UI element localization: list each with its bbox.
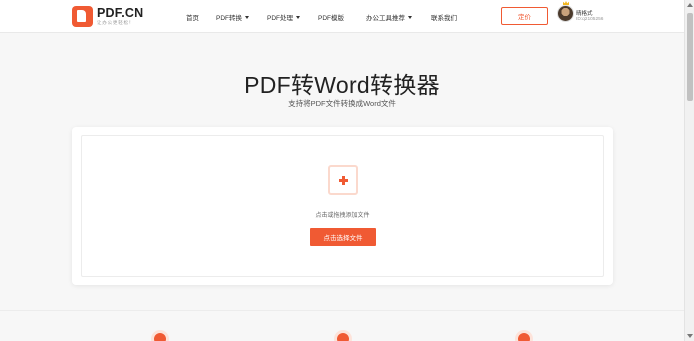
feature-icon: [151, 330, 169, 341]
top-header: PDF.CN 让办公更轻松！ 首页 PDF转换 PDF处理 PDF模版 办公工具…: [0, 0, 684, 33]
logo-icon: [72, 6, 93, 27]
chevron-down-icon: [245, 15, 249, 19]
select-file-button[interactable]: 点击选择文件: [310, 228, 376, 246]
add-file-plus-icon[interactable]: [328, 165, 358, 195]
feature-icon: [515, 330, 533, 341]
logo-slogan: 让办公更轻松！: [97, 20, 135, 25]
upload-card: 点击或拖拽添加文件 点击选择文件: [72, 127, 613, 285]
user-name[interactable]: 晴格式: [576, 9, 593, 17]
feature-icon: [334, 330, 352, 341]
scrollbar-thumb[interactable]: [687, 13, 693, 101]
nav-item-pdf-convert[interactable]: PDF转换: [216, 12, 249, 22]
nav-item-office-tools[interactable]: 办公工具推荐: [366, 12, 412, 22]
section-divider: [0, 310, 684, 311]
nav-item-label: PDF模版: [318, 15, 344, 22]
avatar[interactable]: [557, 5, 574, 22]
nav-item-home[interactable]: 首页: [186, 12, 199, 22]
site-logo[interactable]: PDF.CN 让办公更轻松！: [72, 6, 143, 27]
nav-item-label: 联系我们: [431, 15, 457, 22]
nav-item-label: PDF转换: [216, 15, 242, 22]
page-title: PDF转Word转换器: [244, 72, 440, 98]
nav-item-contact[interactable]: 联系我们: [431, 12, 457, 22]
user-id: ID:q2105256: [576, 17, 604, 22]
chevron-down-icon: [296, 15, 300, 19]
nav-item-label: PDF处理: [267, 15, 293, 22]
crown-icon: [563, 1, 569, 5]
scroll-down-arrow-icon[interactable]: [687, 334, 693, 338]
nav-item-pdf-process[interactable]: PDF处理: [267, 12, 300, 22]
chevron-down-icon: [408, 15, 412, 19]
page-scrollbar[interactable]: [684, 0, 694, 341]
nav-item-pdf-template[interactable]: PDF模版: [318, 12, 344, 22]
drop-hint-text: 点击或拖拽添加文件: [315, 213, 370, 219]
pricing-button[interactable]: 定价: [501, 7, 548, 25]
file-dropzone[interactable]: 点击或拖拽添加文件 点击选择文件: [81, 135, 604, 277]
nav-item-label: 办公工具推荐: [366, 15, 405, 22]
page-subtitle: 支持将PDF文件转换成Word文件: [288, 99, 396, 108]
nav-item-label: 首页: [186, 15, 199, 22]
logo-title: PDF.CN: [97, 6, 144, 20]
scroll-up-arrow-icon[interactable]: [687, 3, 693, 7]
